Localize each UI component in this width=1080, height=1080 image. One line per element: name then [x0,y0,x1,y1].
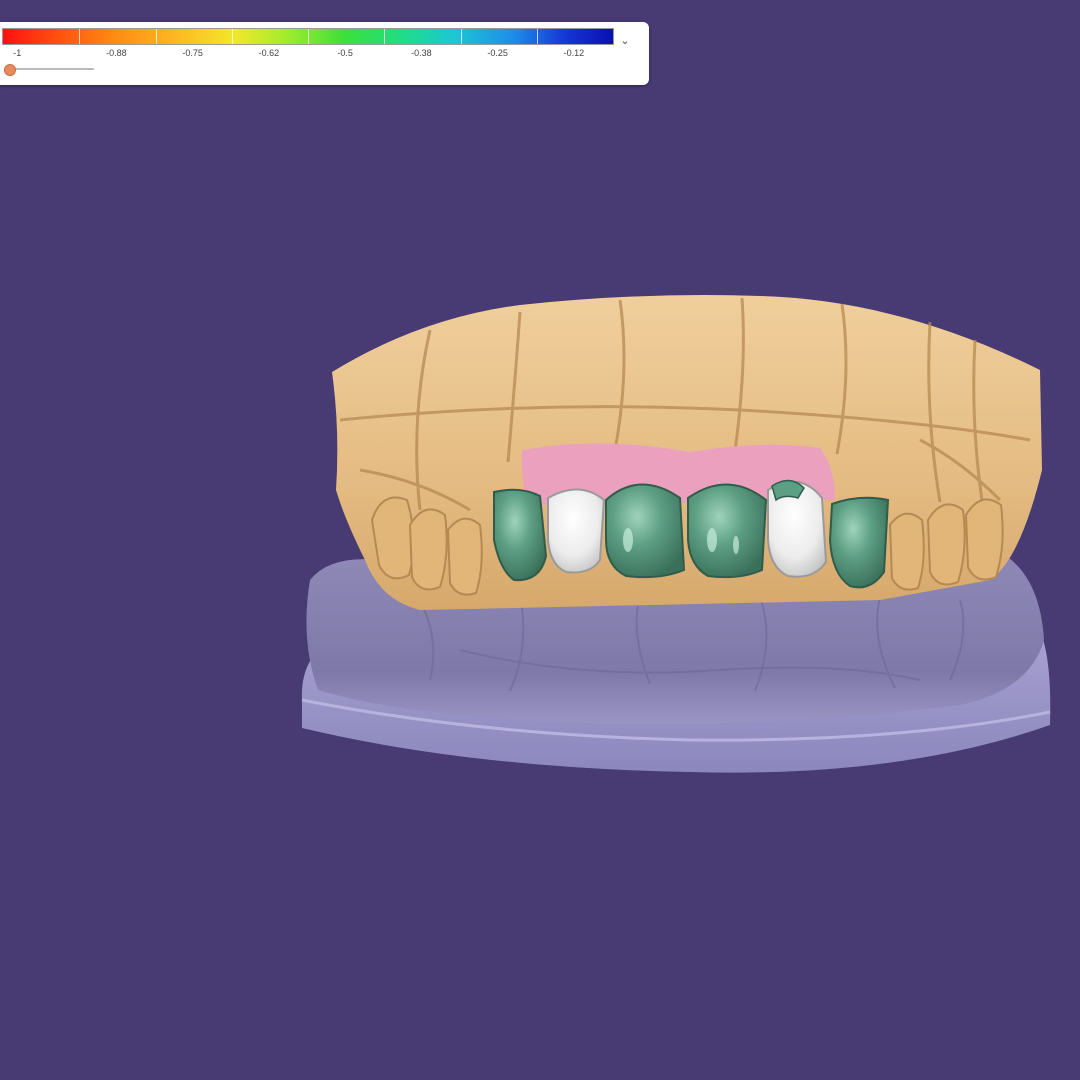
deviation-color-legend: -1 -0.88 -0.75 -0.62 -0.5 -0.38 -0.25 -0.12 ⌄ [0,22,649,85]
scale-segment-divider [79,29,81,44]
threshold-slider-track[interactable] [8,68,94,70]
prep-tooth-central-right[interactable] [547,488,606,574]
scale-tick-label: -0.62 [258,48,280,58]
crown-fragment [771,479,805,502]
dental-model-3d[interactable] [0,0,1080,1080]
scale-segment-divider [460,29,462,44]
crown-lateral-left[interactable] [828,496,890,589]
scale-tick-label: -0.5 [337,48,353,58]
3d-viewport[interactable]: -1 -0.88 -0.75 -0.62 -0.5 -0.38 -0.25 -0.12 ⌄ [0,0,1080,1080]
scale-tick-label: -0.25 [487,48,508,58]
crown-lateral-right[interactable] [493,488,548,582]
chevron-down-icon[interactable]: ⌄ [618,34,632,48]
deviation-color-scale [2,28,614,45]
scale-tick-label: -1 [13,48,22,58]
scale-tick-label: -0.12 [563,48,585,58]
scale-segment-divider [231,29,233,44]
scale-segment-divider [384,29,386,44]
scale-segment-divider [536,29,538,44]
threshold-slider-thumb[interactable] [4,64,16,76]
scale-segment-divider [155,29,157,44]
crown-central-left[interactable] [687,483,768,579]
scale-tick-label: -0.75 [182,48,203,58]
scale-tick-label: -0.88 [106,48,127,58]
scale-tick-label: -0.38 [411,48,432,58]
scale-segment-divider [308,29,309,44]
crown-central-right[interactable] [605,483,686,579]
